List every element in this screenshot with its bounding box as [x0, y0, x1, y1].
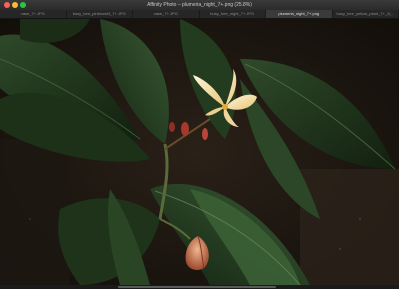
- document-tab[interactable]: vase_7+.JPG: [0, 10, 67, 18]
- plumeria-photo: [0, 19, 399, 285]
- title-bar: Affinity Photo – plumeria_night_7+.png (…: [0, 0, 399, 10]
- image-canvas[interactable]: [0, 19, 399, 285]
- document-tab[interactable]: busy_bee_night_7+.JPG: [200, 10, 266, 18]
- document-tab[interactable]: busy_bee_pinkbowl3_7+.JPG: [67, 10, 133, 18]
- scrollbar-thumb[interactable]: [118, 286, 276, 288]
- document-tab[interactable]: busy_bee_yellow_plant_7+_2(...: [333, 10, 399, 18]
- document-tab[interactable]: vase_7+.JPG: [133, 10, 200, 18]
- window-title: Affinity Photo – plumeria_night_7+.png (…: [147, 2, 252, 8]
- document-tab-active[interactable]: plumeria_night_7+.png: [266, 10, 333, 18]
- document-tab-bar: vase_7+.JPG busy_bee_pinkbowl3_7+.JPG va…: [0, 10, 399, 19]
- horizontal-scrollbar[interactable]: [0, 285, 399, 289]
- app-window: Affinity Photo – plumeria_night_7+.png (…: [0, 0, 399, 289]
